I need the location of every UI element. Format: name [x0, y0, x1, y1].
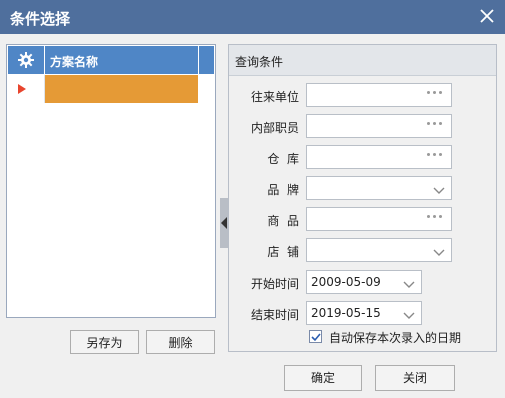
query-panel-header: 查询条件 — [229, 45, 496, 76]
partner-label: 往来单位 — [250, 90, 299, 104]
window-title: 条件选择 — [10, 10, 71, 28]
brand-label: 品 牌 — [267, 183, 299, 197]
start-date-picker[interactable]: 2009-05-09 — [306, 270, 422, 294]
close-icon[interactable] — [479, 8, 495, 24]
staff-label: 内部职员 — [250, 121, 299, 135]
collapse-left-icon — [221, 217, 227, 229]
warehouse-label: 仓 库 — [267, 152, 299, 166]
splitter-handle[interactable] — [220, 198, 228, 248]
chevron-down-icon[interactable] — [403, 278, 415, 292]
ellipsis-icon[interactable] — [427, 91, 445, 97]
scheme-list-header: 方案名称 — [8, 46, 214, 74]
title-bar: 条件选择 — [0, 0, 505, 34]
product-field[interactable] — [306, 207, 452, 231]
ellipsis-icon[interactable] — [427, 153, 445, 159]
staff-field[interactable] — [306, 114, 452, 138]
checkmark-icon — [311, 333, 321, 342]
dialog-body: 方案名称 另存为 删除 查询条件 往来单位 内部职员 仓 库 品 牌 商 品 店… — [0, 34, 505, 398]
scheme-list: 方案名称 — [6, 44, 216, 318]
row-indicator — [8, 75, 45, 103]
start-time-label: 开始时间 — [250, 277, 299, 291]
end-date-value: 2019-05-15 — [311, 306, 381, 320]
table-row[interactable] — [8, 75, 214, 103]
current-row-arrow-icon — [18, 84, 26, 94]
autosave-label[interactable]: 自动保存本次录入的日期 — [329, 329, 461, 346]
store-label: 店 铺 — [267, 245, 299, 259]
start-date-value: 2009-05-09 — [311, 275, 381, 289]
ellipsis-icon[interactable] — [427, 122, 445, 128]
end-date-picker[interactable]: 2019-05-15 — [306, 301, 422, 325]
gear-icon[interactable] — [8, 46, 45, 74]
delete-button[interactable]: 删除 — [146, 330, 215, 354]
brand-select[interactable] — [306, 176, 452, 200]
end-time-label: 结束时间 — [250, 308, 299, 322]
scheme-name-cell[interactable] — [45, 75, 198, 103]
save-as-button[interactable]: 另存为 — [70, 330, 139, 354]
autosave-checkbox[interactable] — [309, 330, 322, 343]
close-button[interactable]: 关闭 — [375, 365, 455, 391]
query-panel: 查询条件 往来单位 内部职员 仓 库 品 牌 商 品 店 铺 开始时间 2009… — [228, 44, 497, 352]
chevron-down-icon[interactable] — [403, 309, 415, 323]
ok-button[interactable]: 确定 — [284, 365, 362, 391]
store-select[interactable] — [306, 238, 452, 262]
product-label: 商 品 — [267, 214, 299, 228]
chevron-down-icon[interactable] — [433, 246, 445, 260]
query-panel-title: 查询条件 — [235, 55, 284, 69]
chevron-down-icon[interactable] — [433, 184, 445, 198]
column-divider — [198, 46, 199, 74]
warehouse-field[interactable] — [306, 145, 452, 169]
partner-field[interactable] — [306, 83, 452, 107]
ellipsis-icon[interactable] — [427, 215, 445, 221]
column-header-scheme-name[interactable]: 方案名称 — [50, 53, 98, 70]
